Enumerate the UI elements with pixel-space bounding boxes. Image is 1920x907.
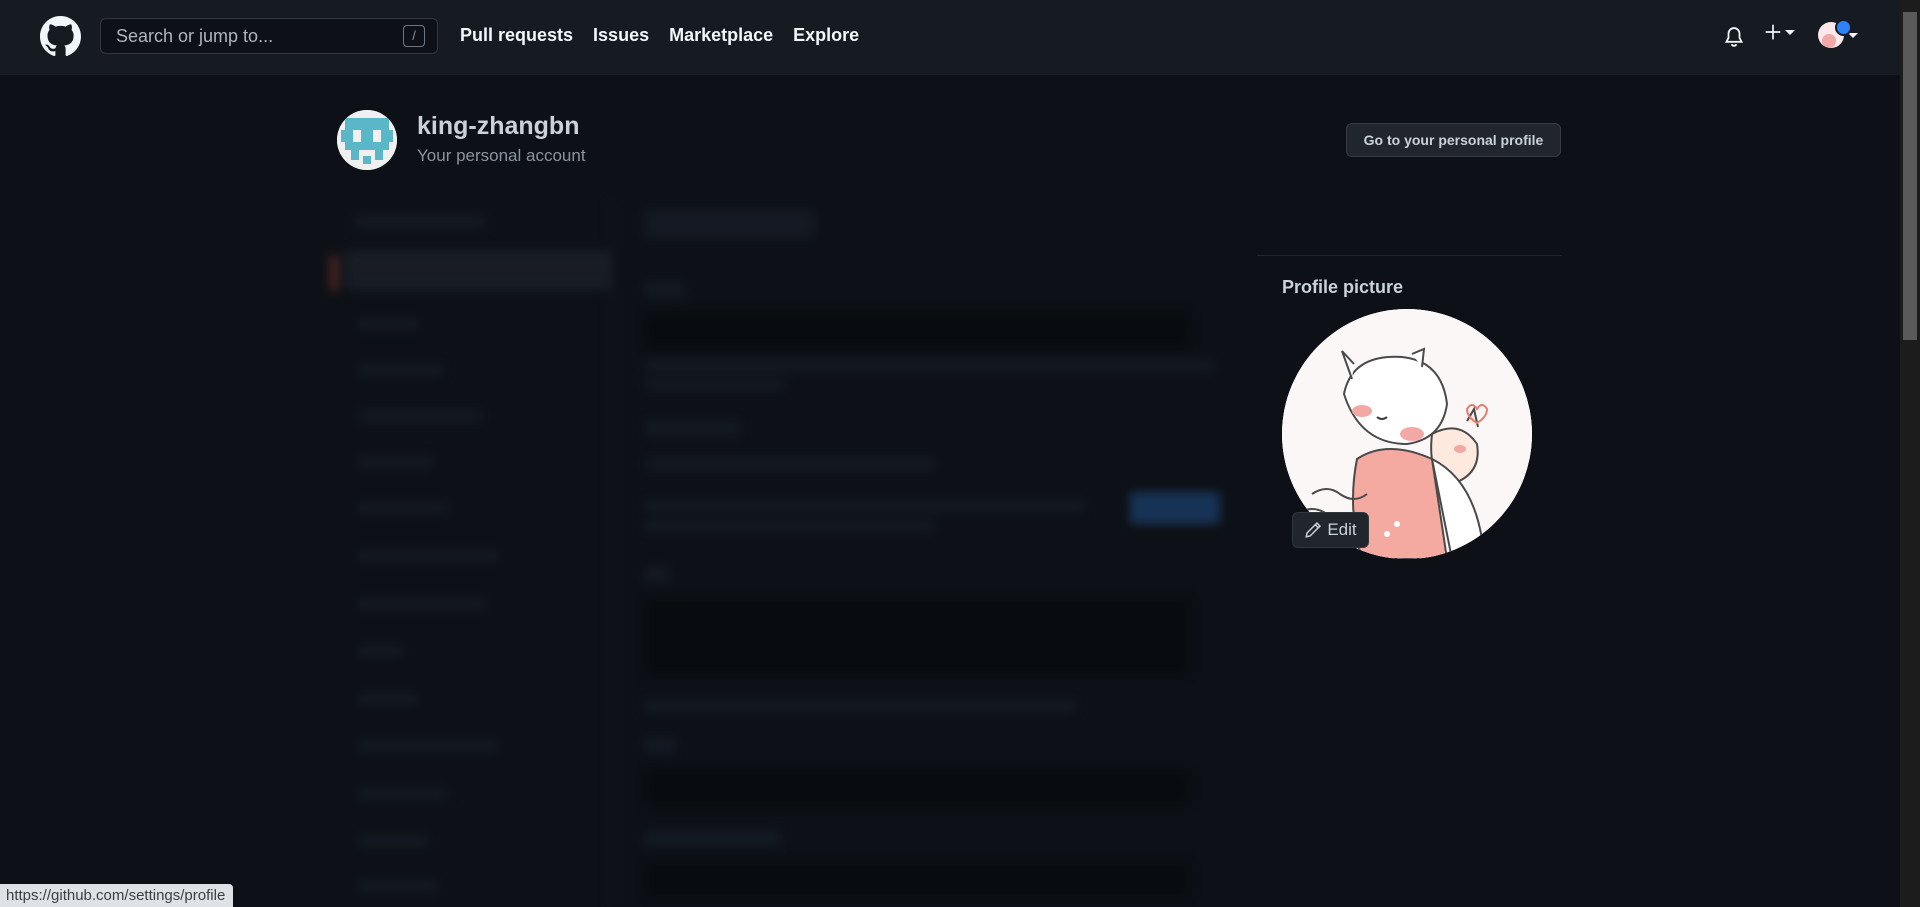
- search-placeholder: Search or jump to...: [116, 25, 274, 46]
- chevron-down-icon: [1785, 29, 1795, 35]
- main-nav: Pull requests Issues Marketplace Explore: [460, 25, 859, 46]
- account-avatar[interactable]: [337, 110, 397, 170]
- header: Search or jump to... / Pull requests Iss…: [0, 0, 1900, 75]
- nav-marketplace[interactable]: Marketplace: [669, 25, 773, 46]
- bell-icon[interactable]: [1723, 25, 1745, 49]
- scrollbar-thumb[interactable]: [1903, 12, 1917, 340]
- profile-picture-title: Profile picture: [1282, 277, 1404, 297]
- edit-profile-picture-button[interactable]: Edit: [1292, 512, 1369, 548]
- account-username[interactable]: king-zhangbn: [417, 112, 579, 141]
- status-bar-url: https://github.com/settings/profile: [0, 884, 234, 907]
- nav-issues[interactable]: Issues: [593, 25, 649, 46]
- create-new-menu[interactable]: [1764, 23, 1795, 41]
- account-subtitle: Your personal account: [417, 146, 586, 165]
- github-logo-icon[interactable]: [40, 16, 81, 57]
- nav-pull-requests[interactable]: Pull requests: [460, 25, 573, 46]
- section-divider: [1257, 255, 1562, 256]
- edit-label: Edit: [1327, 520, 1357, 539]
- search-shortcut-key: /: [403, 25, 425, 47]
- notification-dot: [1835, 19, 1852, 36]
- plus-icon: [1765, 24, 1781, 40]
- go-to-profile-button[interactable]: Go to your personal profile: [1346, 123, 1561, 157]
- search-input[interactable]: Search or jump to... /: [100, 18, 438, 54]
- nav-explore[interactable]: Explore: [793, 25, 859, 46]
- pencil-icon: [1305, 521, 1322, 538]
- blurred-settings-content: [0, 0, 1900, 907]
